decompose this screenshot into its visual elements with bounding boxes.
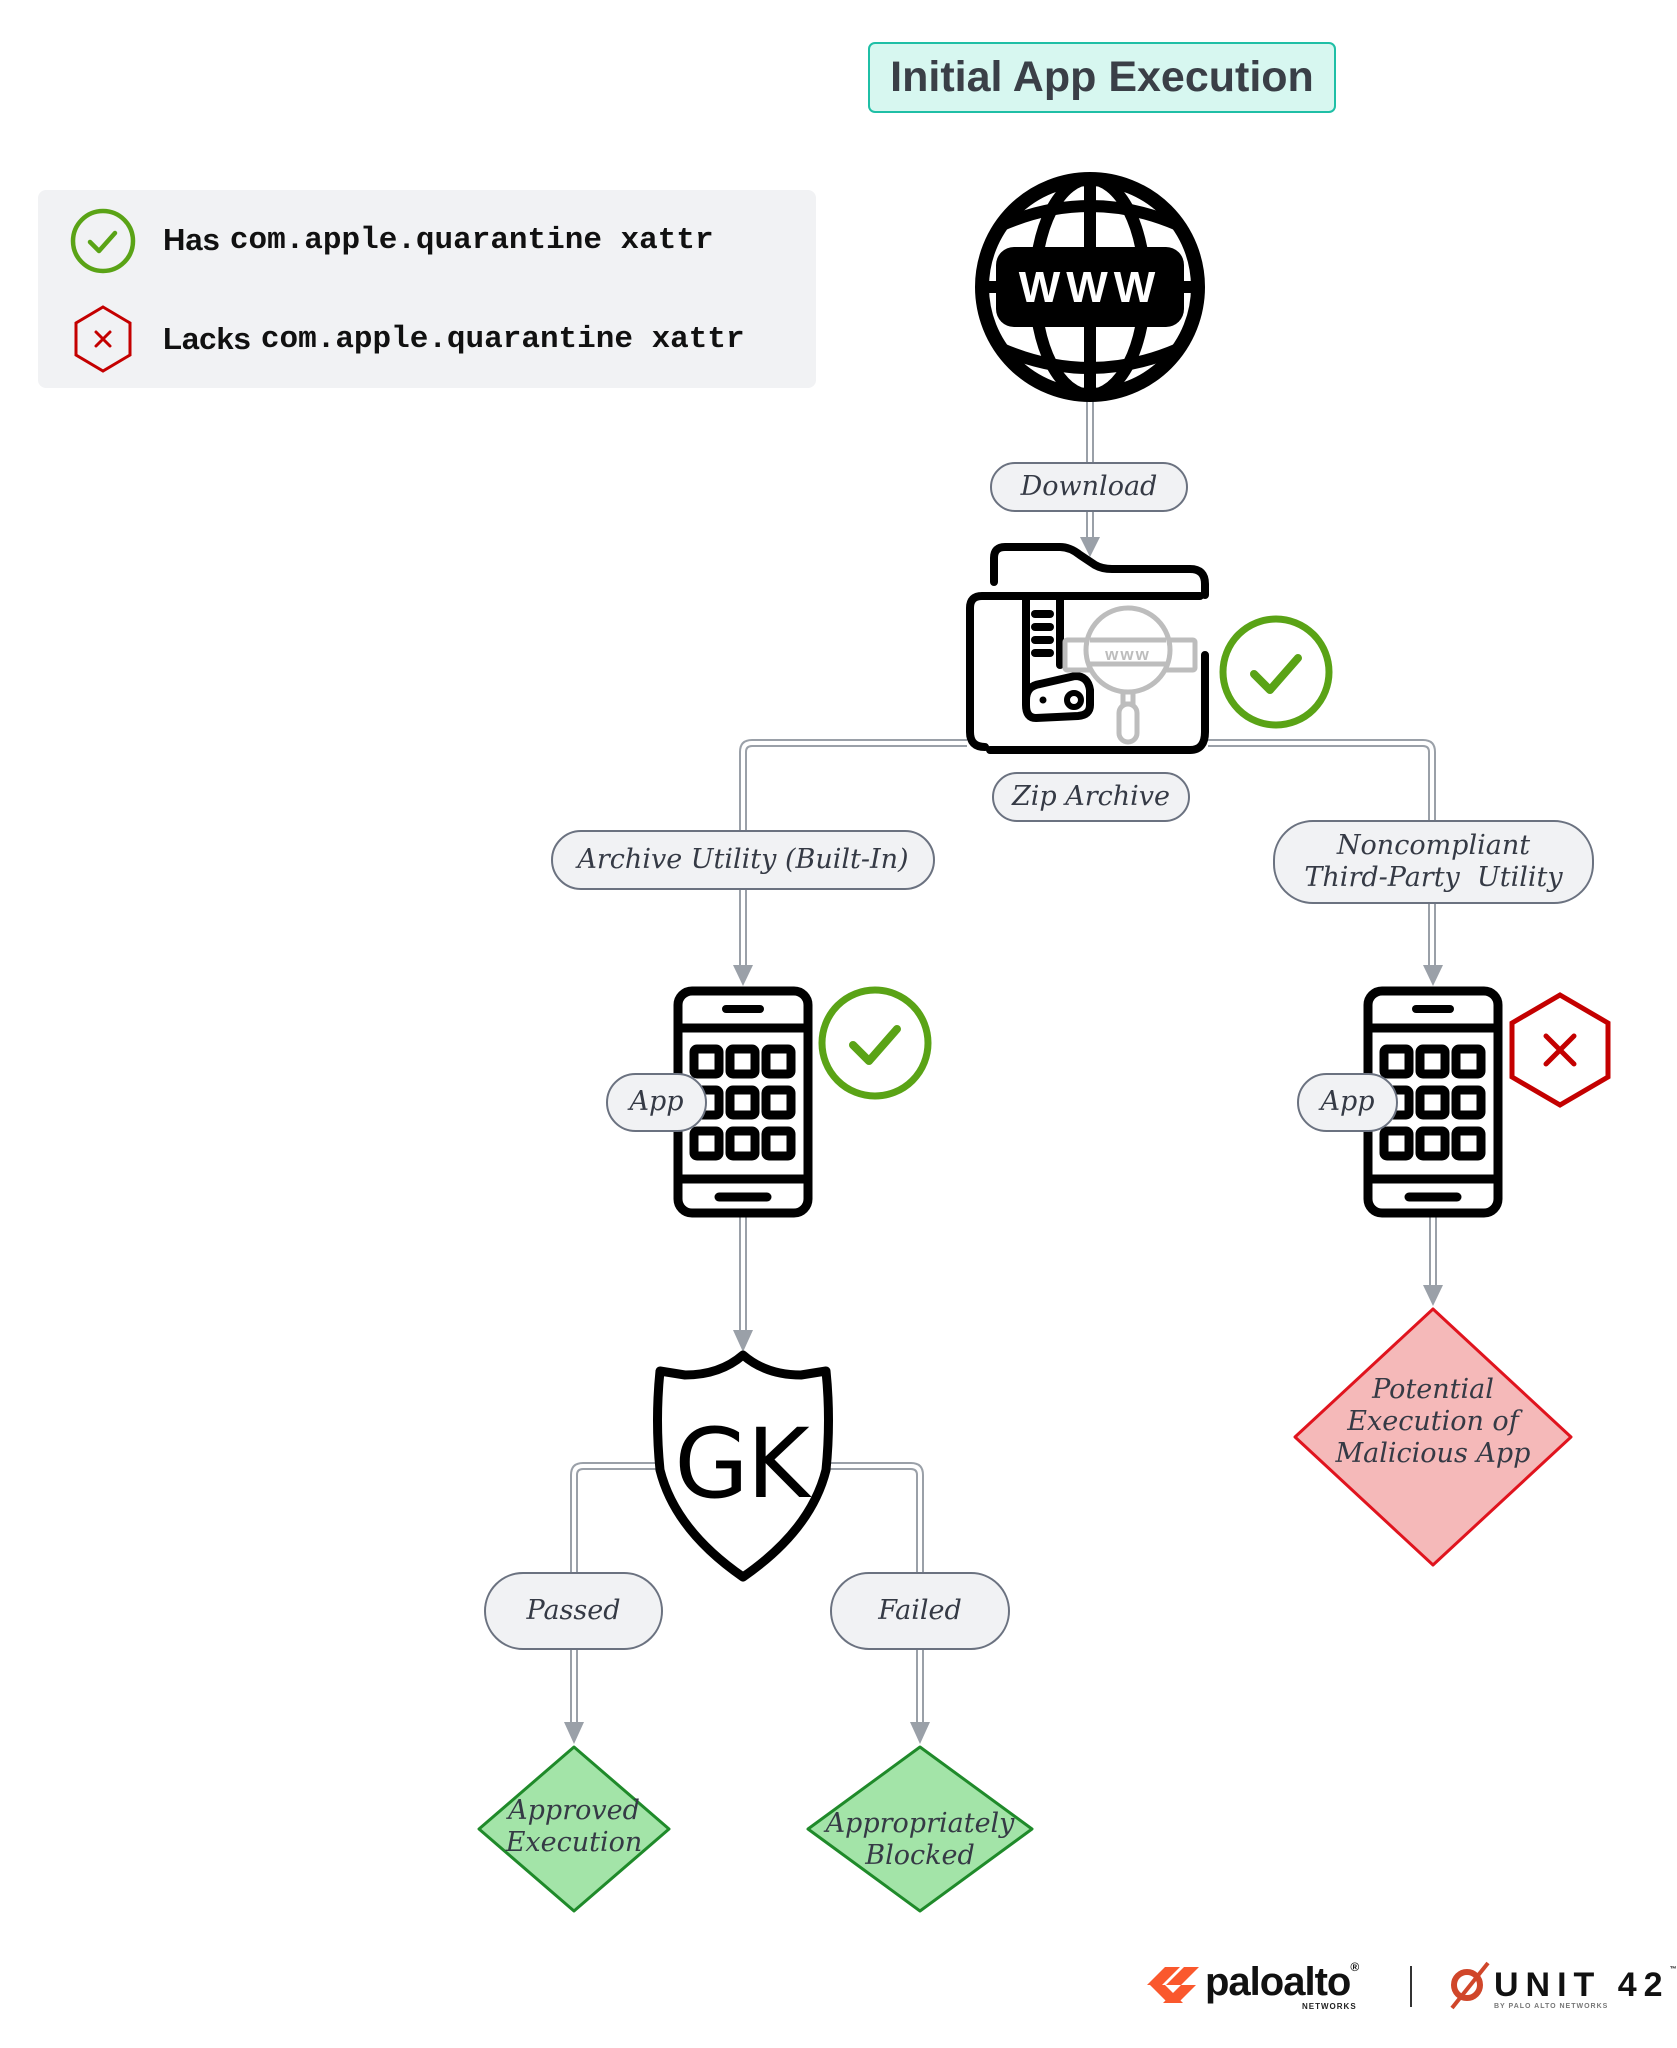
download-label: Download <box>990 462 1188 512</box>
arrowhead-gatekeeper <box>733 1330 753 1352</box>
paloalto-registered: ® <box>1350 1960 1359 1974</box>
zip-archive-label: Zip Archive <box>992 772 1190 822</box>
legend-lacks-code: com.apple.quarantine xattr <box>260 321 745 357</box>
www-text: WWW <box>1019 263 1162 312</box>
passed-label: Passed <box>484 1572 663 1650</box>
noncompliant-line1: Noncompliant <box>1336 829 1531 861</box>
gk-text: GK <box>674 1408 811 1520</box>
outcome-malicious-line2: Execution of <box>1347 1406 1519 1438</box>
legend-lacks-prefix: Lacks <box>163 321 251 356</box>
noncompliant-utility-label: Noncompliant Third-Party Utility <box>1273 820 1594 904</box>
outcome-approved-line2: Execution <box>505 1827 643 1858</box>
legend-has-code: com.apple.quarantine xattr <box>229 222 714 258</box>
connector-app-to-malicious <box>1429 1217 1437 1290</box>
www-globe-icon: WWW <box>975 172 1205 402</box>
cross-hexagon-icon-app <box>1509 992 1611 1108</box>
check-circle-icon <box>70 208 136 274</box>
outcome-approved-label: Approved Execution <box>479 1779 669 1875</box>
unit42-wordmark: UNIT 42™ <box>1494 1966 1677 2005</box>
app-label-right: App <box>1297 1073 1398 1132</box>
paloalto-wordmark: paloalto® <box>1205 1960 1359 2005</box>
outcome-malicious-line1: Potential <box>1372 1374 1494 1406</box>
unit42-text: UNIT 42 <box>1494 1966 1670 2004</box>
legend: Has com.apple.quarantine xattr Lacks com… <box>38 190 816 388</box>
outcome-blocked-line1: Appropriately <box>825 1808 1015 1840</box>
paloalto-text: paloalto <box>1205 1960 1351 2004</box>
unit42-trademark: ™ <box>1669 1966 1677 1973</box>
legend-item-has: Has com.apple.quarantine xattr <box>163 220 714 260</box>
failed-label: Failed <box>830 1572 1010 1650</box>
outcome-blocked-label: Appropriately Blocked <box>808 1792 1032 1888</box>
outcome-malicious-label: Potential Execution of Malicious App <box>1295 1362 1571 1482</box>
arrowhead-left-app <box>733 965 753 986</box>
legend-item-lacks: Lacks com.apple.quarantine xattr <box>163 319 745 359</box>
archive-utility-label: Archive Utility (Built-In) <box>551 830 935 890</box>
gatekeeper-shield-icon: GK <box>653 1350 833 1582</box>
arrowhead-malicious <box>1423 1285 1443 1306</box>
connector-app-to-gatekeeper <box>739 1217 747 1335</box>
app-label-left: App <box>606 1073 707 1132</box>
paloalto-logo-icon <box>1147 1967 1199 2003</box>
arrowhead-approved <box>564 1722 584 1744</box>
check-circle-icon <box>1219 615 1333 729</box>
outcome-malicious-line3: Malicious App <box>1335 1437 1531 1469</box>
diagram-title: Initial App Execution <box>868 42 1336 113</box>
arrowhead-blocked <box>910 1722 930 1744</box>
outcome-approved-line1: Approved <box>508 1795 640 1827</box>
legend-has-prefix: Has <box>163 222 220 257</box>
cross-hexagon-icon <box>74 305 132 373</box>
unit42-subtitle: BY PALO ALTO NETWORKS <box>1494 2003 1609 2010</box>
svg-text:www: www <box>1104 645 1151 664</box>
check-circle-icon-app <box>818 986 932 1100</box>
unit42-logo-icon <box>1450 1961 1490 2010</box>
outcome-blocked-line2: Blocked <box>865 1840 975 1871</box>
noncompliant-line2: Third-Party Utility <box>1304 862 1563 893</box>
arrowhead-right-app <box>1423 965 1443 986</box>
paloalto-networks-text: NETWORKS <box>1302 2002 1357 2011</box>
